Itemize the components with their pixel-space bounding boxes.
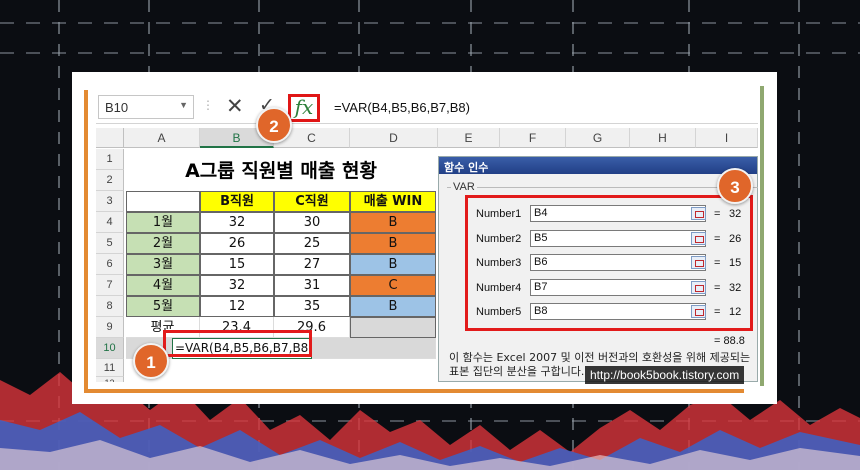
step-badge-2: 2 [256,107,292,143]
column-header-i[interactable]: I [696,128,758,148]
cell-month[interactable]: 2월 [126,233,200,254]
row-header-2[interactable]: 2 [96,170,124,191]
cell-b-value[interactable]: 32 [200,275,274,296]
highlight-arguments [465,195,753,331]
fx-icon: fx [294,95,314,119]
step-badge-3: 3 [717,168,753,204]
row-header-5[interactable]: 5 [96,233,124,254]
cell-c-value[interactable]: 27 [274,254,350,275]
cell-month[interactable]: 5월 [126,296,200,317]
sheet-title: A그룹 직원별 매출 현황 [185,160,377,182]
cell-b-value[interactable]: 26 [200,233,274,254]
dialog-title: 함수 인수 [439,157,757,174]
insert-function-button[interactable]: fx [288,94,320,122]
column-header-h[interactable]: H [630,128,696,148]
function-name: VAR [451,181,477,193]
cell-win[interactable]: B [350,296,436,317]
header-sales-win[interactable]: 매출 WIN [350,191,436,212]
watermark: http://book5book.tistory.com [585,366,745,384]
cell-c-value[interactable]: 35 [274,296,350,317]
row-header-12[interactable]: 12 [96,377,124,382]
cancel-icon[interactable]: ✕ [226,94,244,118]
row-header-1[interactable]: 1 [96,149,124,170]
cell-c-value[interactable]: 25 [274,233,350,254]
cell-c-value[interactable]: 30 [274,212,350,233]
row-header-4[interactable]: 4 [96,212,124,233]
row-header-8[interactable]: 8 [96,296,124,317]
formula-input[interactable]: =VAR(B4,B5,B6,B7,B8) [334,100,470,115]
accent-line-bottom [84,389,744,393]
cell-a3[interactable] [126,191,200,212]
highlight-cell-formula [163,330,312,357]
row-header-9[interactable]: 9 [96,317,124,338]
function-result: = 88.8 [714,335,745,347]
cell-b-value[interactable]: 32 [200,212,274,233]
column-header-f[interactable]: F [500,128,566,148]
cell-b-value[interactable]: 12 [200,296,274,317]
name-box-value: B10 [105,100,129,115]
row-header-3[interactable]: 3 [96,191,124,212]
cell-win[interactable]: B [350,233,436,254]
chevron-down-icon[interactable]: ▼ [179,100,188,110]
cell-d9[interactable] [350,317,436,338]
column-header-d[interactable]: D [350,128,438,148]
row-header-10[interactable]: 10 [96,338,124,359]
cell-month[interactable]: 1월 [126,212,200,233]
cell-win[interactable]: C [350,275,436,296]
header-c-employee[interactable]: C직원 [274,191,350,212]
formula-bar: B10 ▼ ⋮ ✕ ✓ fx =VAR(B4,B5,B6,B7,B8) [96,90,758,124]
cell-win[interactable]: B [350,212,436,233]
step-badge-1: 1 [133,343,169,379]
accent-line-right [760,86,764,386]
cell-b-value[interactable]: 15 [200,254,274,275]
column-header-g[interactable]: G [566,128,630,148]
cell-win[interactable]: B [350,254,436,275]
column-header-e[interactable]: E [438,128,500,148]
column-header-a[interactable]: A [124,128,200,148]
cell-month[interactable]: 3월 [126,254,200,275]
description-line-1: 이 함수는 Excel 2007 및 이전 버전과의 호환성을 위해 제공되는 [449,351,751,364]
cell-month[interactable]: 4월 [126,275,200,296]
row-header-11[interactable]: 11 [96,359,124,377]
accent-line-left [84,90,88,391]
row-header-6[interactable]: 6 [96,254,124,275]
cell-c-value[interactable]: 31 [274,275,350,296]
row-header-7[interactable]: 7 [96,275,124,296]
header-b-employee[interactable]: B직원 [200,191,274,212]
more-options-icon: ⋮ [202,98,215,112]
name-box[interactable]: B10 ▼ [98,95,194,119]
select-all-corner[interactable] [96,128,124,148]
